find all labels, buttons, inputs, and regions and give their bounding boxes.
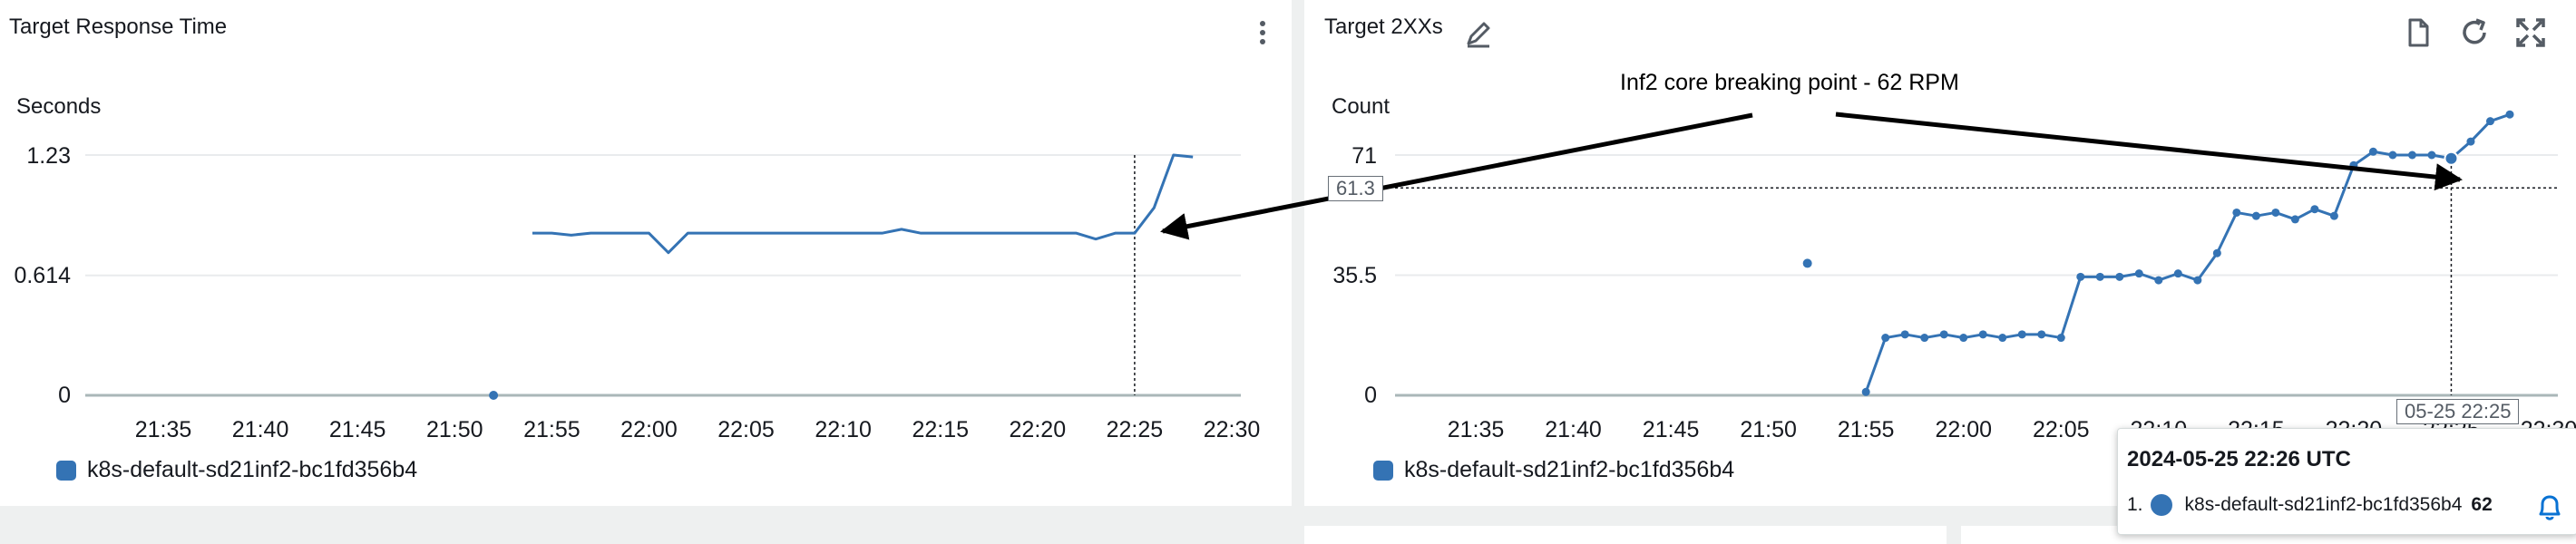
highlighted-point: [2444, 151, 2459, 166]
data-point: [2271, 208, 2280, 217]
data-point: [2134, 269, 2143, 278]
data-point: [1900, 330, 1909, 339]
data-point: [2212, 248, 2221, 257]
tooltip-datetime: 2024-05-25 22:26 UTC: [2127, 447, 2351, 471]
tooltip-series-name: k8s-default-sd21inf2-bc1fd356b4: [2184, 494, 2463, 515]
tooltip-series-dot: [2150, 494, 2172, 516]
series-line: [532, 153, 1194, 255]
tooltip-value: 62: [2471, 494, 2493, 515]
data-point: [489, 391, 499, 400]
data-point: [1959, 334, 1968, 343]
data-point: [2290, 215, 2299, 224]
data-point: [2017, 330, 2026, 339]
data-point: [2232, 208, 2241, 217]
datapoint-tooltip: 2024-05-25 22:26 UTC 1. k8s-default-sd21…: [2117, 428, 2576, 535]
data-point: [2193, 276, 2202, 285]
data-point: [2251, 211, 2260, 220]
data-point: [2095, 272, 2104, 281]
crosshair-time-box: 05-25 22:25: [2396, 399, 2520, 424]
annotation-arrow: [1160, 112, 1753, 240]
data-point: [2466, 137, 2475, 146]
data-point: [2154, 276, 2163, 285]
data-point: [1998, 334, 2007, 343]
tooltip-row-index: 1.: [2127, 494, 2143, 515]
data-point: [1861, 387, 1870, 396]
data-point: [1939, 330, 1948, 339]
data-point: [1881, 334, 1890, 343]
data-point: [2115, 272, 2124, 281]
data-point: [2173, 269, 2182, 278]
data-point: [2037, 330, 2046, 339]
data-point: [1978, 330, 1987, 339]
data-point: [2056, 334, 2065, 343]
bell-icon[interactable]: [2532, 489, 2568, 525]
data-point: [2388, 151, 2397, 160]
data-point: [2076, 272, 2085, 281]
crosshair-value-box: 61.3: [1328, 176, 1383, 201]
data-point: [1802, 258, 1812, 268]
data-point: [2310, 205, 2319, 214]
data-point: [1920, 334, 1929, 343]
data-point: [2485, 117, 2494, 126]
data-point: [2505, 110, 2514, 119]
tooltip-row: 1. k8s-default-sd21inf2-bc1fd356b4 62: [2127, 494, 2493, 516]
data-point: [2427, 151, 2436, 160]
data-point: [2368, 147, 2377, 156]
annotation-arrow: [1835, 112, 2463, 191]
data-point: [2329, 211, 2338, 220]
annotation-text: Inf2 core breaking point - 62 RPM: [1620, 70, 1959, 95]
data-point: [2407, 151, 2416, 160]
